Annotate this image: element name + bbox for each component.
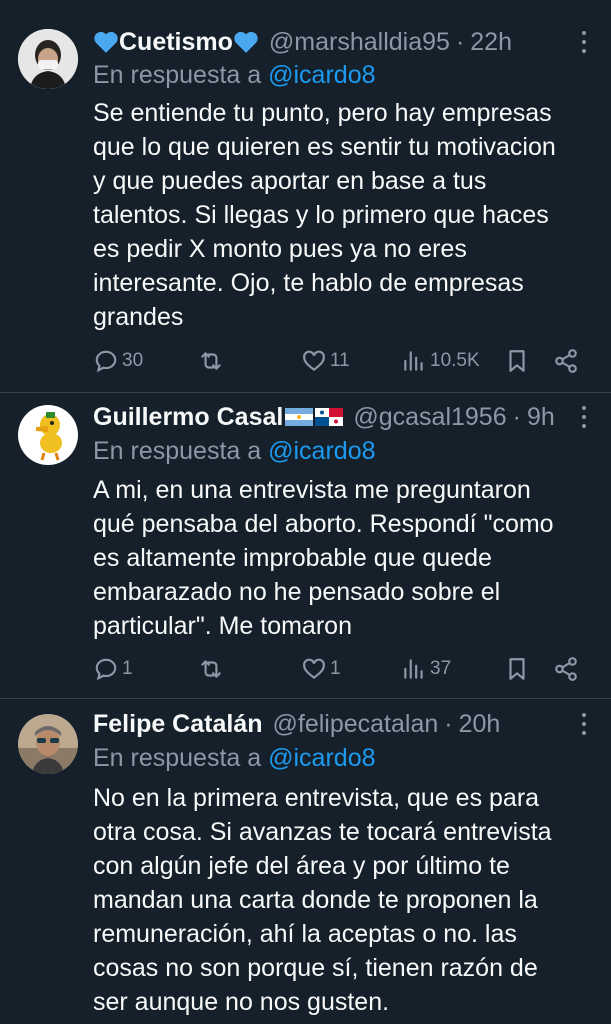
tweet-text-line: Se entiende tu punto, pero hay empresas — [93, 99, 552, 127]
user-handle[interactable]: @gcasal1956 — [353, 400, 506, 434]
tweet[interactable]: Guillermo Casal @gcasal1956 · 9h En resp… — [0, 393, 611, 698]
tweet-text: Se entiende tu punto, pero hay empresas … — [93, 96, 593, 334]
blue-heart-icon — [94, 31, 118, 53]
retweet-button[interactable] — [198, 344, 224, 378]
tweet-text-line: particular". Me tomaron — [93, 612, 352, 640]
reply-icon — [95, 350, 117, 373]
tweet-text: No en la primera entrevista, que es para… — [93, 781, 593, 1019]
panama-flag-icon — [315, 408, 344, 426]
reply-mention-link[interactable]: @icardo8 — [268, 61, 375, 89]
avatar[interactable] — [18, 405, 78, 465]
tweet[interactable]: Felipe Catalán @felipecatalan · 20h En r… — [0, 699, 611, 1024]
share-button[interactable] — [553, 652, 579, 686]
reply-context: En respuesta a @icardo8 — [93, 434, 376, 468]
reply-button[interactable]: 1 — [93, 652, 133, 686]
more-options-icon[interactable] — [579, 709, 589, 739]
tweet-text-line: embarazado no he pensado sobre el — [93, 578, 501, 606]
reply-button[interactable]: 30 — [93, 344, 143, 378]
display-name[interactable]: Guillermo Casal — [93, 400, 283, 434]
tweet-header: Felipe Catalán @felipecatalan · 20h — [93, 707, 571, 741]
reply-label: En respuesta a — [93, 61, 262, 89]
display-name[interactable]: Cuetismo — [119, 25, 233, 59]
separator-dot: · — [455, 28, 465, 56]
tweet-text-line: No en la primera entrevista, que es para — [93, 784, 540, 812]
view-count: 10.5K — [430, 350, 480, 371]
views-chart-icon — [404, 659, 423, 679]
bookmark-icon — [509, 658, 525, 680]
tweet-text-line: grandes — [93, 303, 184, 331]
like-button[interactable]: 11 — [301, 344, 350, 378]
action-bar: 30 11 10.5K — [93, 344, 593, 378]
timestamp[interactable]: 22h — [470, 25, 512, 59]
tweet-text-line: y que puedes aportar en base a tus — [93, 167, 487, 195]
tweet-text: A mi, en una entrevista me preguntaron q… — [93, 473, 593, 643]
timestamp[interactable]: 9h — [527, 400, 555, 434]
avatar[interactable] — [18, 29, 78, 89]
reply-label: En respuesta a — [93, 437, 262, 465]
reply-mention-link[interactable]: @icardo8 — [268, 437, 375, 465]
reply-mention-link[interactable]: @icardo8 — [268, 744, 375, 772]
avatar[interactable] — [18, 714, 78, 774]
tweet-text-line: A mi, en una entrevista me preguntaron — [93, 476, 531, 504]
display-name[interactable]: Felipe Catalán — [93, 707, 263, 741]
tweet-text-line: interesante. Ojo, te hablo de empresas — [93, 269, 524, 297]
like-count: 11 — [330, 350, 350, 371]
share-icon — [555, 657, 577, 681]
action-bar: 1 1 37 — [93, 652, 593, 686]
bookmark-button[interactable] — [504, 344, 530, 378]
user-handle[interactable]: @marshalldia95 — [269, 25, 450, 59]
like-button[interactable]: 1 — [301, 652, 341, 686]
tweet-text-line: mandan una carta donde te proponen la — [93, 886, 538, 914]
heart-icon — [303, 350, 325, 372]
tweet-text-line: ser aunque no nos gusten. — [93, 988, 390, 1016]
timestamp[interactable]: 20h — [459, 707, 501, 741]
views-button[interactable]: 10.5K — [401, 344, 480, 378]
retweet-icon — [201, 660, 221, 678]
tweet-text-line: talentos. Si llegas y lo primero que hac… — [93, 201, 549, 229]
tweet-text-line: que lo que quieren es sentir tu motivaci… — [93, 133, 556, 161]
bookmark-button[interactable] — [504, 652, 530, 686]
like-count: 1 — [330, 658, 341, 679]
tweet-text-line: otra cosa. Si avanzas te tocará entrevis… — [93, 818, 552, 846]
tweet-text-line: con algún jefe del área y por último te — [93, 852, 510, 880]
user-handle[interactable]: @felipecatalan — [273, 707, 439, 741]
more-options-icon[interactable] — [579, 27, 589, 57]
tweet-text-line: es altamente improbable que quede — [93, 544, 492, 572]
tweet[interactable]: Cuetismo @marshalldia95 · 22h En respues… — [0, 0, 611, 392]
tweet-text-line: es pedir X monto pues ya no eres — [93, 235, 467, 263]
tweet-text-line: cosas no son porque sí, tienen razón de — [93, 954, 538, 982]
more-options-icon[interactable] — [579, 402, 589, 432]
separator-dot: · — [444, 710, 453, 738]
bookmark-icon — [509, 350, 525, 372]
tweet-header: Guillermo Casal @gcasal1956 · 9h — [93, 400, 571, 434]
reply-icon — [95, 658, 117, 681]
reply-context: En respuesta a @icardo8 — [93, 741, 376, 775]
views-chart-icon — [404, 351, 423, 371]
share-button[interactable] — [553, 344, 579, 378]
argentina-flag-icon — [285, 408, 314, 426]
reply-context: En respuesta a @icardo8 — [93, 58, 376, 92]
tweet-text-line: qué pensaba del aborto. Respondí "como — [93, 510, 554, 538]
retweet-button[interactable] — [198, 652, 224, 686]
views-button[interactable]: 37 — [401, 652, 451, 686]
share-icon — [555, 349, 577, 373]
separator-dot: · — [512, 403, 521, 431]
tweet-header: Cuetismo @marshalldia95 · 22h — [93, 25, 571, 59]
reply-count: 1 — [122, 658, 133, 679]
heart-icon — [303, 658, 325, 680]
reply-label: En respuesta a — [93, 744, 262, 772]
retweet-icon — [201, 352, 221, 370]
tweet-text-line: remuneración, ahí la aceptas o no. las — [93, 920, 517, 948]
reply-count: 30 — [122, 350, 144, 371]
view-count: 37 — [430, 658, 452, 679]
blue-heart-icon — [234, 31, 258, 53]
